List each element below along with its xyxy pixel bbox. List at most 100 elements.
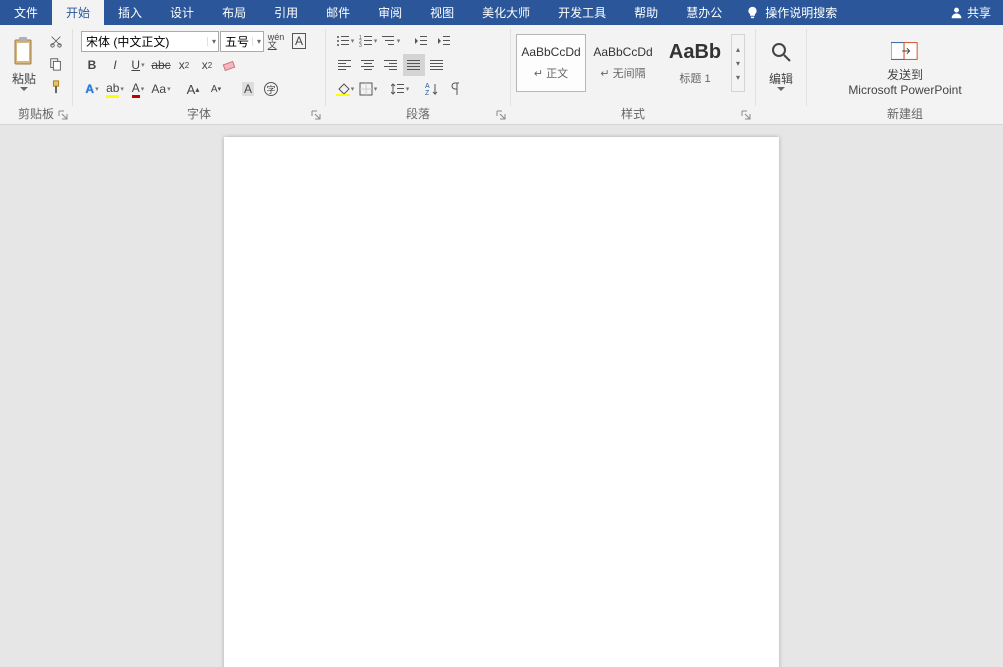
tab-huiban[interactable]: 慧办公 [672, 0, 736, 25]
share-label: 共享 [967, 4, 991, 21]
align-center-button[interactable] [357, 54, 379, 76]
clipboard-launcher[interactable] [58, 110, 70, 122]
shading-button[interactable]: ▾ [334, 78, 356, 100]
tab-home[interactable]: 开始 [52, 0, 104, 25]
tab-file[interactable]: 文件 [0, 0, 52, 25]
style-heading1[interactable]: AaBb 标题 1 [660, 34, 730, 92]
strikethrough-button[interactable]: abc [150, 54, 172, 76]
styles-expand[interactable]: ▴ ▾ ▾ [731, 34, 745, 92]
character-shading-button[interactable]: A [237, 78, 259, 100]
group-label-paragraph: 段落 [330, 106, 506, 124]
line-spacing-button[interactable]: ▾ [389, 78, 411, 100]
tab-mailings[interactable]: 邮件 [312, 0, 364, 25]
text-effects-button[interactable]: A▾ [81, 78, 103, 100]
tab-developer[interactable]: 开发工具 [544, 0, 620, 25]
tab-insert[interactable]: 插入 [104, 0, 156, 25]
person-icon [950, 6, 963, 19]
copy-button[interactable] [46, 54, 66, 74]
decrease-indent-button[interactable] [410, 30, 432, 52]
tab-review[interactable]: 审阅 [364, 0, 416, 25]
pilcrow-icon [449, 82, 461, 96]
tab-view[interactable]: 视图 [416, 0, 468, 25]
underline-button[interactable]: U▾ [127, 54, 149, 76]
superscript-button[interactable]: x2 [196, 54, 218, 76]
align-center-icon [361, 59, 375, 71]
group-paragraph: ▾ 123▾ ▾ ▾ ▾ ▾ [326, 25, 510, 124]
tell-me-search[interactable]: 操作说明搜索 [736, 0, 847, 25]
number-list-icon: 123 [359, 35, 373, 47]
font-name-combo[interactable]: 宋体 (中文正文)▾ [81, 31, 219, 52]
style-no-spacing[interactable]: AaBbCcDd ↵ 无间隔 [588, 34, 658, 92]
send-to-powerpoint-button[interactable]: 发送到 Microsoft PowerPoint [842, 27, 967, 105]
send-to-ppt-icon [891, 35, 919, 67]
multilevel-list-button[interactable]: ▾ [380, 30, 402, 52]
enclose-character-button[interactable]: 字 [260, 78, 282, 100]
borders-icon [359, 82, 373, 96]
tab-design[interactable]: 设计 [156, 0, 208, 25]
outdent-icon [414, 35, 428, 47]
highlight-button[interactable]: ab▾ [104, 78, 126, 100]
chevron-down-icon: ▾ [732, 56, 744, 70]
shrink-font-button[interactable]: A▾ [205, 78, 227, 100]
tab-references[interactable]: 引用 [260, 0, 312, 25]
character-border-button[interactable]: A [288, 30, 310, 52]
align-right-icon [384, 59, 398, 71]
group-label-custom: 新建组 [811, 106, 999, 124]
align-distributed-button[interactable] [426, 54, 448, 76]
send-label-1: 发送到 [887, 69, 923, 82]
paste-label: 粘贴 [12, 70, 36, 87]
style-name: ↵ 正文 [534, 65, 568, 81]
chevron-down-icon [777, 87, 785, 92]
sort-icon: AZ [425, 82, 439, 96]
font-launcher[interactable] [311, 110, 323, 122]
launcher-icon [58, 110, 68, 120]
cut-button[interactable] [46, 31, 66, 51]
copy-icon [49, 57, 63, 71]
editing-button[interactable]: 编辑 [761, 27, 801, 101]
document-area[interactable] [0, 125, 1003, 667]
style-name: 标题 1 [679, 70, 710, 86]
align-right-button[interactable] [380, 54, 402, 76]
group-label-font: 字体 [77, 106, 321, 124]
tell-me-label: 操作说明搜索 [765, 4, 837, 21]
group-styles: AaBbCcDd ↵ 正文 AaBbCcDd ↵ 无间隔 AaBb 标题 1 ▴… [511, 25, 755, 124]
paste-button[interactable]: 粘贴 [4, 27, 44, 101]
grow-font-button[interactable]: A▴ [182, 78, 204, 100]
group-label-styles: 样式 [515, 106, 751, 124]
distributed-icon [430, 59, 444, 71]
tab-beautify[interactable]: 美化大师 [468, 0, 544, 25]
increase-indent-button[interactable] [433, 30, 455, 52]
tab-help[interactable]: 帮助 [620, 0, 672, 25]
paragraph-launcher[interactable] [496, 110, 508, 122]
scissors-icon [49, 34, 63, 48]
subscript-button[interactable]: x2 [173, 54, 195, 76]
font-size-value: 五号 [225, 33, 249, 50]
style-preview: AaBbCcDd [593, 45, 652, 59]
format-painter-button[interactable] [46, 77, 66, 97]
styles-launcher[interactable] [741, 110, 753, 122]
style-normal[interactable]: AaBbCcDd ↵ 正文 [516, 34, 586, 92]
font-size-combo[interactable]: 五号▾ [220, 31, 264, 52]
document-page[interactable] [224, 137, 779, 667]
phonetic-guide-button[interactable]: wén文 [265, 30, 287, 52]
multilevel-list-icon [382, 35, 396, 47]
bold-button[interactable]: B [81, 54, 103, 76]
style-preview: AaBbCcDd [521, 45, 580, 59]
align-left-button[interactable] [334, 54, 356, 76]
indent-icon [437, 35, 451, 47]
lightbulb-icon [746, 6, 759, 19]
tab-layout[interactable]: 布局 [208, 0, 260, 25]
italic-button[interactable]: I [104, 54, 126, 76]
align-justify-button[interactable] [403, 54, 425, 76]
show-marks-button[interactable] [444, 78, 466, 100]
change-case-button[interactable]: Aa▾ [150, 78, 172, 100]
share-button[interactable]: 共享 [938, 0, 1003, 25]
borders-button[interactable]: ▾ [357, 78, 379, 100]
numbering-button[interactable]: 123▾ [357, 30, 379, 52]
style-name: ↵ 无间隔 [600, 65, 645, 81]
sort-button[interactable]: AZ [421, 78, 443, 100]
font-color-button[interactable]: A▾ [127, 78, 149, 100]
bullets-button[interactable]: ▾ [334, 30, 356, 52]
group-custom: 发送到 Microsoft PowerPoint 新建组 [807, 25, 1003, 124]
clear-formatting-button[interactable] [219, 54, 241, 76]
